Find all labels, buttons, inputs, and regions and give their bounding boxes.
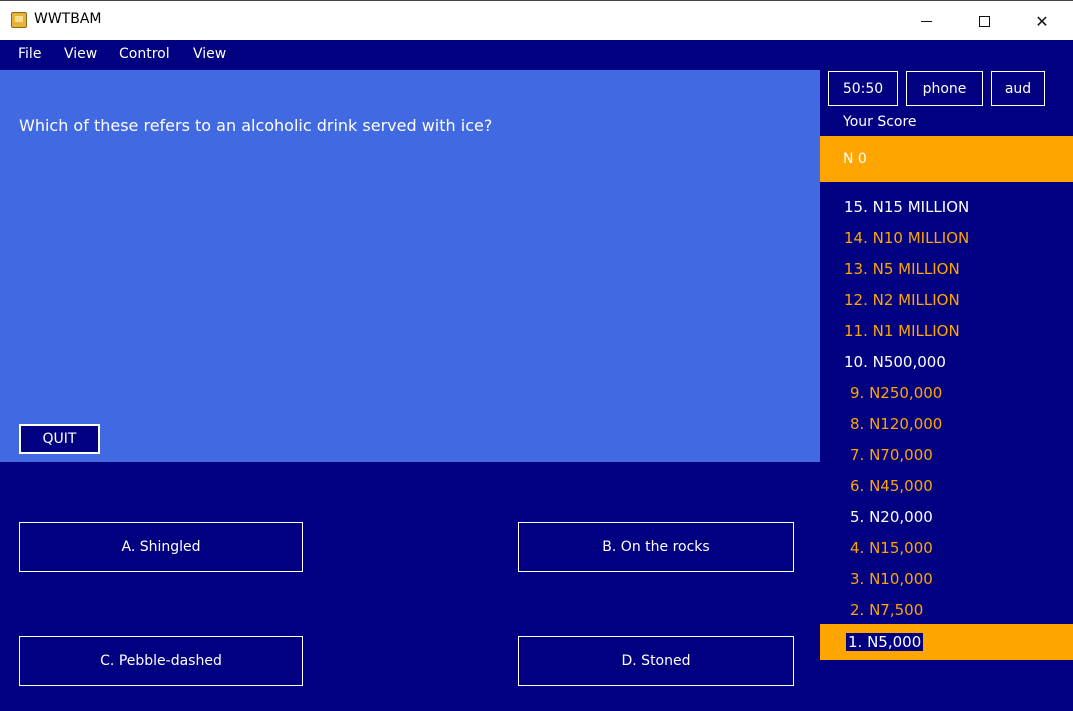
menu-file[interactable]: File	[18, 46, 41, 62]
ladder-row-15: 15. N15 MILLION	[820, 195, 1073, 226]
minimize-icon	[920, 20, 932, 22]
close-icon: ✕	[1035, 11, 1049, 31]
question-panel: Which of these refers to an alcoholic dr…	[0, 70, 820, 462]
menu-view[interactable]: View	[64, 46, 97, 62]
menu-bar: File View Control View	[0, 40, 1073, 70]
window-title: WWTBAM	[34, 11, 102, 27]
ladder-row-13: 13. N5 MILLION	[820, 257, 1073, 288]
close-button[interactable]: ✕	[1013, 1, 1071, 41]
ladder-label: 10. N500,000	[844, 353, 946, 371]
menu-control[interactable]: Control	[119, 46, 170, 62]
ladder-row-10: 10. N500,000	[820, 350, 1073, 381]
ladder-label: 12. N2 MILLION	[844, 291, 960, 309]
minimize-button[interactable]	[897, 1, 955, 41]
ladder-label: 15. N15 MILLION	[844, 198, 970, 216]
answer-c-button[interactable]: C. Pebble-dashed	[19, 636, 303, 686]
ladder-label: 7. N70,000	[850, 446, 933, 464]
ladder-row-9: 9. N250,000	[820, 381, 1073, 412]
ladder-row-6: 6. N45,000	[820, 474, 1073, 505]
ladder-row-14: 14. N10 MILLION	[820, 226, 1073, 257]
score-label: Your Score	[843, 114, 917, 130]
maximize-button[interactable]	[955, 1, 1013, 41]
score-value: N 0	[843, 151, 867, 167]
ladder-label: 5. N20,000	[850, 508, 933, 526]
ladder-label: 4. N15,000	[850, 539, 933, 557]
ladder-label: 11. N1 MILLION	[844, 322, 960, 340]
ladder-label: 6. N45,000	[850, 477, 933, 495]
ladder-row-11: 11. N1 MILLION	[820, 319, 1073, 350]
phone-a-friend-button[interactable]: phone	[906, 71, 983, 106]
ladder-label: 13. N5 MILLION	[844, 260, 960, 278]
ladder-row-12: 12. N2 MILLION	[820, 288, 1073, 319]
fifty-fifty-button[interactable]: 50:50	[828, 71, 898, 106]
score-display: N 0	[820, 136, 1073, 182]
ladder-label: 9. N250,000	[850, 384, 943, 402]
ladder-row-7: 7. N70,000	[820, 443, 1073, 474]
ladder-row-5: 5. N20,000	[820, 505, 1073, 536]
answer-b-button[interactable]: B. On the rocks	[518, 522, 794, 572]
ladder-label: 8. N120,000	[850, 415, 943, 433]
maximize-icon	[978, 15, 990, 27]
ladder-label: 14. N10 MILLION	[844, 229, 970, 247]
question-text: Which of these refers to an alcoholic dr…	[19, 116, 493, 135]
menu-view-2[interactable]: View	[193, 46, 226, 62]
ask-audience-button[interactable]: aud	[991, 71, 1045, 106]
ladder-row-1-current: 1. N5,000	[820, 624, 1073, 660]
ladder-label-current: 1. N5,000	[846, 633, 924, 651]
quit-button[interactable]: QUIT	[19, 424, 100, 454]
app-icon	[11, 12, 27, 28]
answer-a-button[interactable]: A. Shingled	[19, 522, 303, 572]
ladder-label: 2. N7,500	[850, 601, 924, 619]
ladder-row-4: 4. N15,000	[820, 536, 1073, 567]
answer-d-button[interactable]: D. Stoned	[518, 636, 794, 686]
ladder-row-8: 8. N120,000	[820, 412, 1073, 443]
ladder-row-3: 3. N10,000	[820, 567, 1073, 598]
ladder-label: 3. N10,000	[850, 570, 933, 588]
title-bar: WWTBAM ✕	[0, 0, 1073, 40]
